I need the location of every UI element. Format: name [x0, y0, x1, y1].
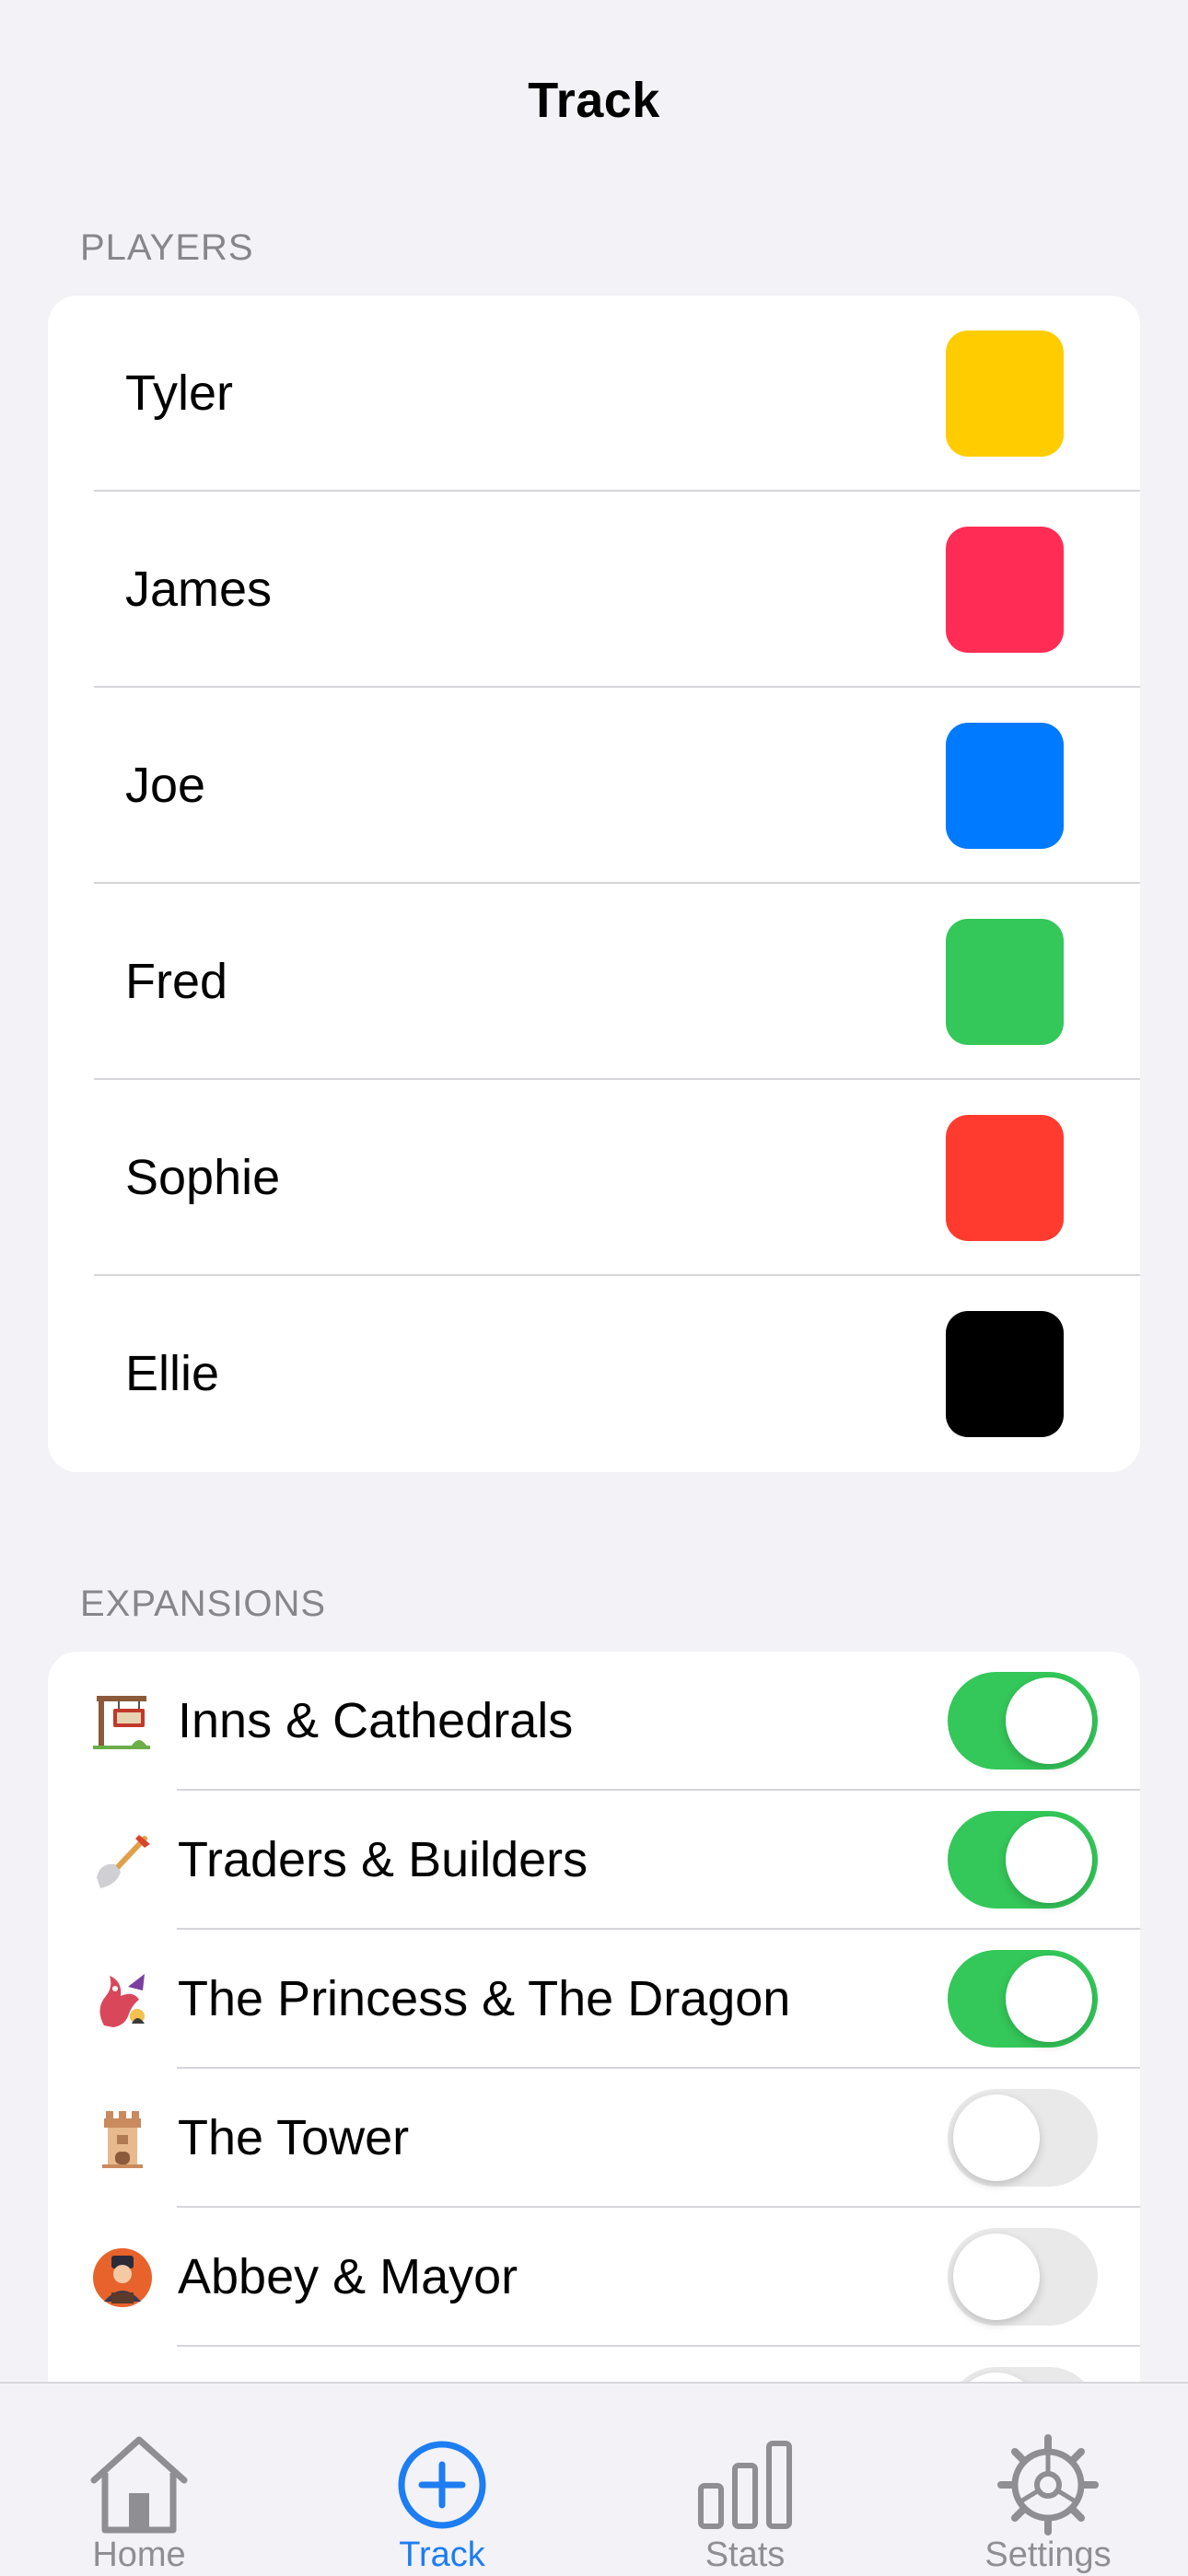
- toggle-knob: [1006, 1955, 1092, 2042]
- toggle-knob: [953, 2234, 1040, 2320]
- expansion-label: The Tower: [178, 2110, 410, 2165]
- player-color-swatch[interactable]: [946, 1115, 1064, 1241]
- expansion-toggle[interactable]: [948, 1672, 1098, 1770]
- tab-settings[interactable]: Settings: [928, 2384, 1168, 2576]
- inn-sign-icon: [93, 1696, 150, 1749]
- page-title: Track: [528, 73, 660, 128]
- expansion-toggle[interactable]: [948, 1811, 1098, 1909]
- player-row[interactable]: Ellie: [48, 1276, 1140, 1472]
- expansion-toggle[interactable]: [948, 2089, 1098, 2187]
- expansion-row: The Princess & The Dragon: [48, 1930, 1140, 2069]
- player-color-swatch[interactable]: [946, 1311, 1064, 1437]
- player-row[interactable]: Fred: [48, 884, 1140, 1080]
- tab-label: Track: [399, 2535, 485, 2574]
- toggle-knob: [1006, 1816, 1092, 1903]
- players-section-header: PLAYERS: [80, 227, 254, 268]
- expansion-label: Abbey & Mayor: [178, 2249, 518, 2304]
- expansions-list: Inns & Cathedrals Traders & Builders The…: [48, 1652, 1140, 2480]
- shovel-icon: [97, 1835, 150, 1888]
- expansion-row: Inns & Cathedrals: [48, 1652, 1140, 1791]
- tab-label: Home: [92, 2535, 186, 2574]
- expansion-row: Traders & Builders: [48, 1791, 1140, 1930]
- player-name: Tyler: [125, 366, 234, 421]
- dragon-icon: [99, 1974, 145, 2027]
- expansion-toggle[interactable]: [948, 1950, 1098, 2048]
- expansion-label: Inns & Cathedrals: [178, 1693, 574, 1748]
- gear-icon: [997, 2434, 1099, 2535]
- mayor-icon: [93, 2248, 152, 2307]
- player-row[interactable]: Sophie: [48, 1080, 1140, 1276]
- tower-icon: [102, 2111, 143, 2168]
- toggle-knob: [953, 2094, 1040, 2181]
- player-color-swatch[interactable]: [946, 723, 1064, 849]
- house-icon: [90, 2436, 188, 2534]
- player-row[interactable]: James: [48, 492, 1140, 688]
- plus-circle-icon: [398, 2441, 486, 2529]
- player-name: James: [125, 562, 273, 617]
- player-color-swatch[interactable]: [946, 331, 1064, 457]
- expansion-label: The Princess & The Dragon: [178, 1971, 791, 2026]
- expansions-section-header: EXPANSIONS: [80, 1584, 327, 1624]
- player-name: Ellie: [125, 1346, 220, 1401]
- toggle-knob: [1006, 1677, 1092, 1764]
- tab-track[interactable]: Track: [322, 2384, 562, 2576]
- expansion-row: The Tower: [48, 2069, 1140, 2208]
- expansion-row: Abbey & Mayor: [48, 2208, 1140, 2347]
- expansion-label: Traders & Builders: [178, 1832, 588, 1887]
- expansion-toggle[interactable]: [948, 2228, 1098, 2326]
- players-list: Tyler James Joe Fred Sophie Ellie: [48, 296, 1140, 1472]
- player-color-swatch[interactable]: [946, 919, 1064, 1045]
- player-row[interactable]: Tyler: [48, 296, 1140, 492]
- tab-bar: Home Track Stats Settings: [0, 2382, 1188, 2576]
- player-row[interactable]: Joe: [48, 688, 1140, 884]
- tab-label: Stats: [705, 2535, 786, 2574]
- player-name: Joe: [125, 758, 206, 813]
- tab-home[interactable]: Home: [19, 2384, 259, 2576]
- player-name: Sophie: [125, 1150, 281, 1205]
- player-name: Fred: [125, 954, 228, 1009]
- player-color-swatch[interactable]: [946, 527, 1064, 653]
- tab-stats[interactable]: Stats: [625, 2384, 865, 2576]
- tab-label: Settings: [984, 2535, 1112, 2574]
- bar-chart-icon: [698, 2441, 792, 2529]
